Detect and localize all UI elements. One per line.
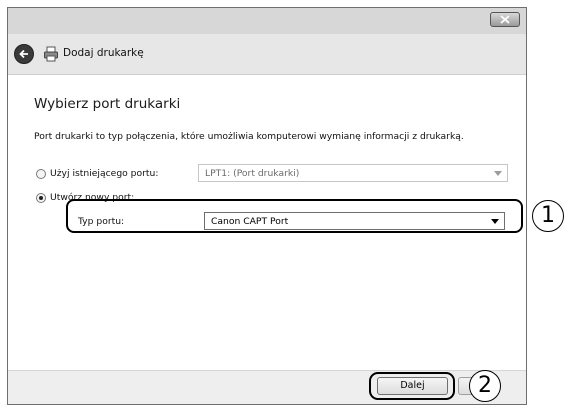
wizard-title: Dodaj drukarkę [63,47,144,59]
callout-frame-1 [66,199,523,233]
callout-number-2: 2 [469,370,501,402]
create-new-port-radio[interactable] [36,193,46,203]
back-button[interactable] [14,44,34,64]
page-description: Port drukarki to typ połączenia, które u… [34,131,464,142]
existing-port-select: LPT1: (Port drukarki) [198,164,508,182]
title-bar [8,8,526,34]
close-button[interactable] [490,12,520,27]
chevron-down-icon [494,171,502,176]
wizard-nav-bar: Dodaj drukarkę [8,34,526,74]
next-button[interactable]: Dalej [377,377,448,395]
existing-port-value: LPT1: (Port drukarki) [205,168,300,179]
callout-number-1: 1 [532,200,564,232]
page-heading: Wybierz port drukarki [34,96,181,112]
printer-icon [44,46,58,62]
use-existing-port-radio[interactable] [36,169,46,179]
close-icon [500,15,510,24]
back-arrow-icon [19,49,28,59]
use-existing-port-label[interactable]: Użyj istniejącego portu: [50,168,158,179]
